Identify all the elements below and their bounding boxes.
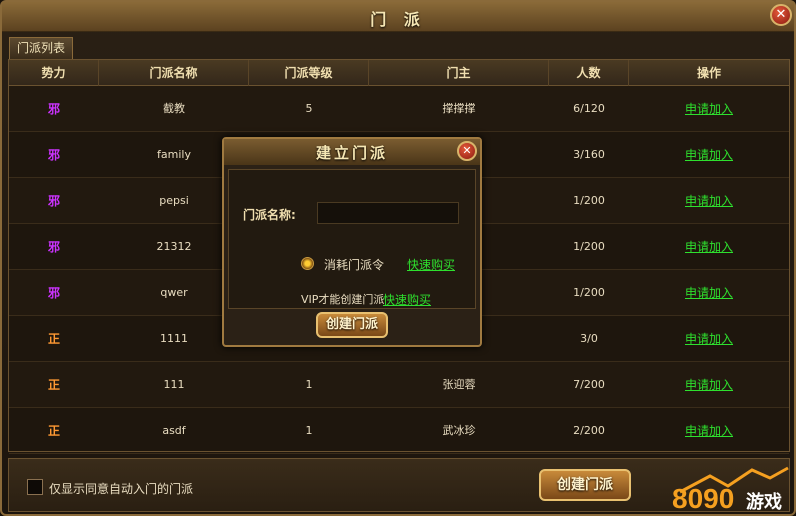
guild-name-input[interactable]	[317, 202, 459, 224]
quick-buy-link[interactable]: 快速购买	[407, 256, 455, 273]
dialog-create-guild-button[interactable]: 创建门派	[316, 312, 388, 338]
apply-join-link: 申请加入	[629, 224, 789, 270]
dialog-title: 建立门派	[315, 144, 388, 162]
row-faction: 正	[47, 332, 60, 346]
dialog-body: 门派名称: 消耗门派令 快速购买 VIP才能创建门派 快速购买	[228, 169, 476, 309]
table-header: 势力 门派名称 门派等级 门主 人数 操作	[9, 60, 789, 86]
row-faction: 邪	[47, 286, 60, 300]
column-header-faction: 势力	[9, 60, 99, 86]
watermark-logo: 8090 游戏	[672, 466, 789, 514]
dialog-title-bar: 建立门派 ✕	[224, 139, 480, 165]
row-member-count: 1/200	[573, 286, 605, 299]
watermark-number: 8090	[672, 483, 734, 514]
create-guild-button[interactable]: 创建门派	[539, 469, 631, 501]
column-header-name: 门派名称	[99, 60, 249, 86]
apply-join-link: 申请加入	[629, 86, 789, 132]
window-title: 门 派	[370, 10, 426, 29]
table-row: 正 asdf 1 武冰珍 2/200 申请加入	[9, 408, 789, 454]
row-member-count: 3/160	[573, 148, 605, 161]
row-faction: 邪	[47, 102, 60, 116]
apply-join-link: 申请加入	[629, 178, 789, 224]
watermark-text: 游戏	[746, 491, 782, 513]
apply-join-link: 申请加入	[629, 270, 789, 316]
apply-join-link: 申请加入	[629, 132, 789, 178]
apply-join-link: 申请加入	[629, 316, 789, 362]
dialog-close-icon[interactable]: ✕	[457, 141, 477, 161]
apply-join-link: 申请加入	[629, 408, 789, 454]
column-header-level: 门派等级	[249, 60, 369, 86]
row-faction: 邪	[47, 240, 60, 254]
apply-join-button[interactable]: 申请加入	[685, 286, 733, 300]
row-member-count: 1/200	[573, 240, 605, 253]
row-guild-leader: 撑撑撑	[442, 102, 476, 115]
row-member-count: 2/200	[573, 424, 605, 437]
row-member-count: 1/200	[573, 194, 605, 207]
row-guild-name: 111	[163, 378, 185, 391]
apply-join-button[interactable]: 申请加入	[685, 240, 733, 254]
auto-join-filter-checkbox[interactable]	[27, 479, 43, 495]
row-faction: 正	[47, 424, 60, 438]
consume-token-radio[interactable]	[301, 257, 314, 270]
apply-join-button[interactable]: 申请加入	[685, 378, 733, 392]
row-faction: 正	[47, 378, 60, 392]
create-guild-dialog: 建立门派 ✕ 门派名称: 消耗门派令 快速购买 VIP才能创建门派 快速购买 创…	[222, 137, 482, 347]
apply-join-button[interactable]: 申请加入	[685, 102, 733, 116]
auto-join-filter-label: 仅显示同意自动入门的门派	[49, 482, 194, 496]
column-header-members: 人数	[549, 60, 629, 86]
column-header-action: 操作	[696, 66, 721, 80]
row-member-count: 7/200	[573, 378, 605, 391]
vip-requirement-label: VIP才能创建门派	[301, 293, 385, 306]
table-row: 邪 截教 5 撑撑撑 6/120 申请加入	[9, 86, 789, 132]
apply-join-link: 申请加入	[629, 362, 789, 408]
title-bar: 门 派 ✕	[2, 2, 794, 32]
row-faction: 邪	[47, 148, 60, 162]
apply-join-button[interactable]: 申请加入	[685, 424, 733, 438]
row-guild-name: 截教	[163, 102, 185, 115]
row-guild-level: 5	[305, 102, 313, 115]
row-member-count: 3/0	[580, 332, 598, 345]
apply-join-button[interactable]: 申请加入	[685, 194, 733, 208]
apply-join-button[interactable]: 申请加入	[685, 332, 733, 346]
row-guild-leader: 武冰珍	[442, 424, 476, 437]
row-member-count: 6/120	[573, 102, 605, 115]
column-header-leader: 门主	[369, 60, 549, 86]
row-guild-name: asdf	[162, 424, 186, 437]
vip-quick-buy-link[interactable]: 快速购买	[383, 291, 431, 308]
consume-token-label: 消耗门派令	[324, 258, 385, 272]
row-guild-level: 1	[305, 378, 313, 391]
guild-name-label: 门派名称:	[243, 208, 296, 222]
row-guild-level: 1	[305, 424, 313, 437]
close-icon[interactable]: ✕	[770, 4, 792, 26]
row-faction: 邪	[47, 194, 60, 208]
table-row: 正 111 1 张迎蓉 7/200 申请加入	[9, 362, 789, 408]
apply-join-button[interactable]: 申请加入	[685, 148, 733, 162]
tab-guild-list[interactable]: 门派列表	[9, 37, 73, 59]
row-guild-leader: 张迎蓉	[442, 378, 476, 391]
